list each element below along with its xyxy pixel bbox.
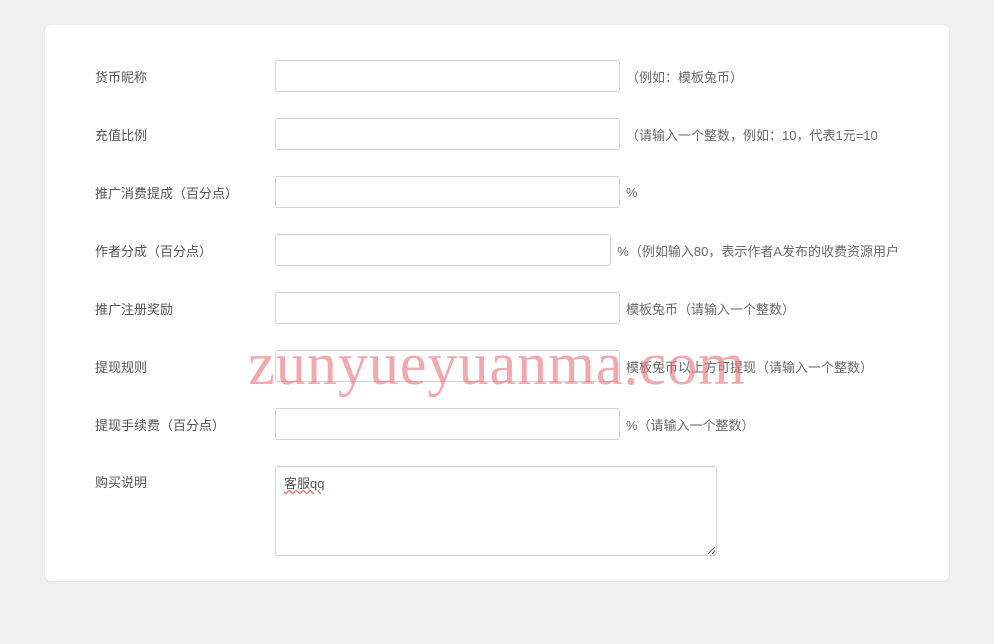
hint-withdraw-rule: 模板兔币以上方可提现（请输入一个整数） — [626, 357, 873, 376]
settings-panel: 货币昵称 （例如：模板兔币） 充值比例 （请输入一个整数，例如：10，代表1元=… — [45, 25, 949, 581]
hint-author-share: %（例如输入80，表示作者A发布的收费资源用户 — [617, 241, 899, 260]
input-promotion-register-reward[interactable] — [275, 292, 620, 324]
input-author-share[interactable] — [275, 234, 611, 266]
label-currency-nickname: 货币昵称 — [95, 67, 275, 86]
label-promotion-commission: 推广消费提成（百分点） — [95, 183, 275, 202]
row-promotion-register-reward: 推广注册奖励 模板兔币（请输入一个整数） — [95, 292, 899, 324]
row-recharge-ratio: 充值比例 （请输入一个整数，例如：10，代表1元=10 — [95, 118, 899, 150]
input-promotion-commission[interactable] — [275, 176, 620, 208]
hint-currency-nickname: （例如：模板兔币） — [626, 67, 743, 86]
input-withdraw-rule[interactable] — [275, 350, 620, 382]
row-purchase-note: 购买说明 — [95, 466, 899, 556]
label-withdraw-fee: 提现手续费（百分点） — [95, 415, 275, 434]
row-promotion-commission: 推广消费提成（百分点） % — [95, 176, 899, 208]
label-withdraw-rule: 提现规则 — [95, 357, 275, 376]
hint-promotion-register-reward: 模板兔币（请输入一个整数） — [626, 299, 795, 318]
hint-promotion-commission: % — [626, 185, 638, 200]
input-withdraw-fee[interactable] — [275, 408, 620, 440]
textarea-purchase-note[interactable] — [275, 466, 717, 556]
row-withdraw-rule: 提现规则 模板兔币以上方可提现（请输入一个整数） — [95, 350, 899, 382]
label-purchase-note: 购买说明 — [95, 466, 275, 491]
row-withdraw-fee: 提现手续费（百分点） %（请输入一个整数） — [95, 408, 899, 440]
row-author-share: 作者分成（百分点） %（例如输入80，表示作者A发布的收费资源用户 — [95, 234, 899, 266]
label-recharge-ratio: 充值比例 — [95, 125, 275, 144]
input-recharge-ratio[interactable] — [275, 118, 620, 150]
input-currency-nickname[interactable] — [275, 60, 620, 92]
hint-withdraw-fee: %（请输入一个整数） — [626, 415, 755, 434]
label-promotion-register-reward: 推广注册奖励 — [95, 299, 275, 318]
row-currency-nickname: 货币昵称 （例如：模板兔币） — [95, 60, 899, 92]
label-author-share: 作者分成（百分点） — [95, 241, 275, 260]
hint-recharge-ratio: （请输入一个整数，例如：10，代表1元=10 — [626, 125, 878, 144]
